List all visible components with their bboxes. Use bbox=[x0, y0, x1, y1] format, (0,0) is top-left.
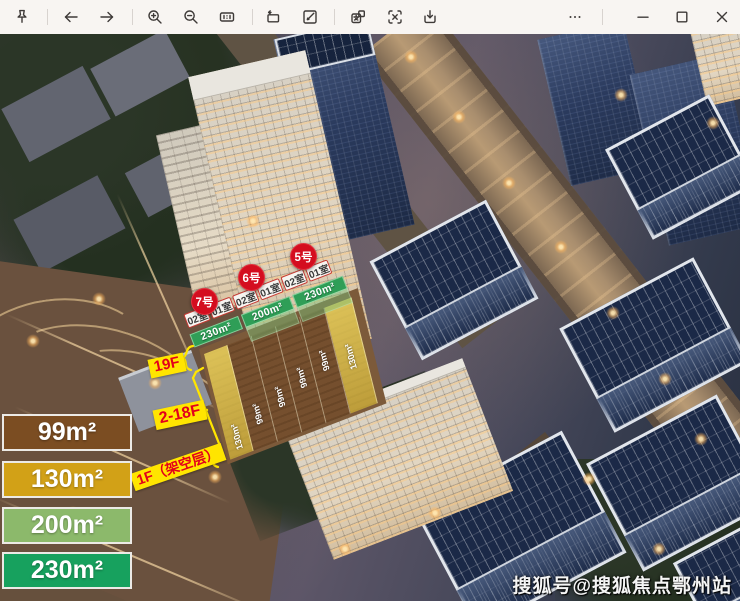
save-button[interactable] bbox=[415, 2, 445, 32]
street-light-glow bbox=[92, 292, 106, 306]
visual-search-button[interactable] bbox=[380, 2, 410, 32]
back-button[interactable] bbox=[56, 2, 86, 32]
translate-button[interactable] bbox=[343, 2, 373, 32]
close-button[interactable] bbox=[707, 2, 737, 32]
minimize-button[interactable] bbox=[628, 2, 658, 32]
edit-icon bbox=[301, 8, 319, 26]
back-arrow-icon bbox=[62, 8, 80, 26]
facade-column-label: 99m² bbox=[294, 366, 308, 390]
street-light-glow bbox=[246, 214, 260, 228]
toolbar-separator bbox=[334, 9, 335, 25]
street-light-glow bbox=[338, 542, 352, 556]
maximize-icon bbox=[673, 8, 691, 26]
forward-arrow-icon bbox=[98, 8, 116, 26]
visual-search-icon bbox=[386, 8, 404, 26]
toolbar-separator bbox=[132, 9, 133, 25]
toolbar-separator bbox=[252, 9, 253, 25]
street-light-glow bbox=[554, 240, 568, 254]
toolbar-separator bbox=[602, 9, 603, 25]
more-options-icon bbox=[566, 8, 584, 26]
toolbar-separator bbox=[47, 9, 48, 25]
legend-item: 99m² bbox=[2, 414, 132, 451]
street-light-glow bbox=[694, 432, 708, 446]
photo-canvas[interactable]: 130m² 99m² 99m² 99m² 99m² 130m² 02室 01室 … bbox=[0, 34, 740, 601]
viewer-toolbar bbox=[0, 0, 740, 34]
zoom-in-button[interactable] bbox=[140, 2, 170, 32]
street-light-glow bbox=[502, 176, 516, 190]
more-options-button[interactable] bbox=[560, 2, 590, 32]
close-icon bbox=[713, 8, 731, 26]
rotate-icon bbox=[264, 8, 282, 26]
minimize-icon bbox=[634, 8, 652, 26]
facade-column-label: 130m² bbox=[343, 342, 359, 371]
facade-column-label: 130m² bbox=[229, 422, 245, 451]
maximize-button[interactable] bbox=[667, 2, 697, 32]
street-light-glow bbox=[404, 50, 418, 64]
legend-item: 130m² bbox=[2, 461, 132, 498]
street-light-glow bbox=[452, 110, 466, 124]
actual-size-button[interactable] bbox=[212, 2, 242, 32]
street-light-glow bbox=[652, 542, 666, 556]
pin-icon bbox=[13, 8, 31, 26]
zoom-out-button[interactable] bbox=[176, 2, 206, 32]
zoom-out-icon bbox=[182, 8, 200, 26]
building-badge: 7号 bbox=[191, 288, 218, 315]
building-badge: 6号 bbox=[238, 264, 265, 291]
legend-item: 200m² bbox=[2, 507, 132, 544]
street-light-glow bbox=[148, 376, 162, 390]
street-light-glow bbox=[658, 372, 672, 386]
zoom-in-icon bbox=[146, 8, 164, 26]
street-light-glow bbox=[582, 472, 596, 486]
actual-size-icon bbox=[218, 8, 236, 26]
pin-button[interactable] bbox=[7, 2, 37, 32]
street-light-glow bbox=[614, 88, 628, 102]
facade-column-label: 99m² bbox=[250, 402, 264, 426]
facade-column-label: 99m² bbox=[272, 385, 286, 409]
watermark: 搜狐号@搜狐焦点鄂州站 bbox=[512, 571, 732, 598]
street-light-glow bbox=[208, 470, 222, 484]
render-facade bbox=[404, 265, 538, 361]
save-icon bbox=[421, 8, 439, 26]
street-light-glow bbox=[706, 116, 720, 130]
legend-item: 230m² bbox=[2, 552, 132, 589]
building-badge: 5号 bbox=[290, 243, 317, 270]
translate-icon bbox=[349, 8, 367, 26]
rotate-button[interactable] bbox=[258, 2, 288, 32]
forward-button[interactable] bbox=[92, 2, 122, 32]
edit-button[interactable] bbox=[295, 2, 325, 32]
street-light-glow bbox=[606, 306, 620, 320]
street-light-glow bbox=[26, 334, 40, 348]
street-light-glow bbox=[428, 506, 442, 520]
facade-column-label: 99m² bbox=[317, 348, 331, 372]
